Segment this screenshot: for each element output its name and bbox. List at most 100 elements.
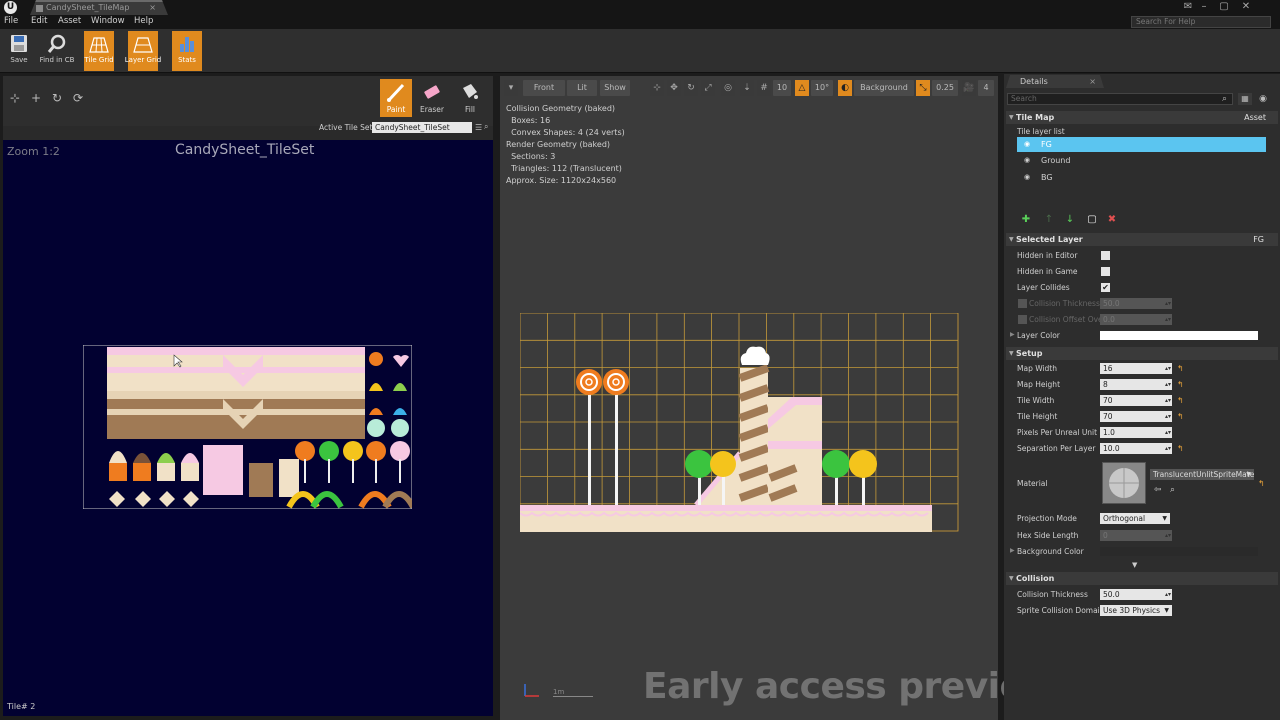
hex-side-length-field[interactable]: 0 ▴▾: [1100, 530, 1172, 541]
camera-speed-value[interactable]: 4: [978, 80, 994, 96]
spinner-icon[interactable]: ▴▾: [1165, 427, 1171, 438]
layer-row-fg[interactable]: ◉ FG: [1017, 137, 1266, 152]
pixels-per-unit-field[interactable]: 1.0 ▴▾: [1100, 427, 1172, 438]
menu-window[interactable]: Window: [91, 16, 125, 26]
scale-snap-value[interactable]: 0.25: [932, 80, 958, 96]
duplicate-layer-icon[interactable]: ▢: [1087, 215, 1097, 225]
spinner-icon[interactable]: ▴▾: [1165, 589, 1171, 600]
close-tab-icon[interactable]: ×: [149, 3, 156, 12]
collision-section-header[interactable]: ▼ Collision: [1006, 572, 1278, 585]
spinner-icon[interactable]: ▴▾: [1165, 395, 1171, 406]
move-layer-down-icon[interactable]: ↓: [1065, 215, 1075, 225]
show-flags-button[interactable]: Show: [600, 80, 630, 96]
hidden-in-game-checkbox[interactable]: [1101, 267, 1110, 276]
tile-height-field[interactable]: 70 ▴▾: [1100, 411, 1172, 422]
browse-icon[interactable]: ⌕: [484, 122, 492, 131]
spinner-icon[interactable]: ▴▾: [1165, 314, 1171, 325]
refresh-icon[interactable]: ⟳: [72, 92, 84, 104]
menu-help[interactable]: Help: [134, 16, 153, 26]
help-search-input[interactable]: Search For Help: [1131, 16, 1271, 28]
tile-map-canvas[interactable]: [520, 313, 959, 533]
spinner-icon[interactable]: ▴▾: [1165, 363, 1171, 374]
spinner-icon[interactable]: ▴▾: [1165, 411, 1171, 422]
selected-layer-section-header[interactable]: ▼ Selected Layer FG: [1006, 233, 1278, 246]
menu-file[interactable]: File: [4, 16, 18, 26]
collision-thickness-override-field[interactable]: 50.0 ▴▾: [1100, 298, 1172, 309]
layer-row-ground[interactable]: ◉ Ground: [1017, 153, 1266, 168]
surface-snap-icon[interactable]: ⇣: [740, 80, 754, 96]
lit-mode-button[interactable]: Lit: [567, 80, 597, 96]
material-thumbnail[interactable]: [1102, 462, 1146, 504]
material-picker[interactable]: TranslucentUnlitSpriteMate ▼: [1150, 469, 1254, 480]
snap-layer-value[interactable]: Background: [854, 80, 914, 96]
select-mode-icon[interactable]: ⊹: [650, 80, 664, 96]
stats-toggle[interactable]: Stats: [172, 31, 202, 71]
rotate-mode-icon[interactable]: ↻: [684, 80, 698, 96]
minimize-icon[interactable]: –: [1196, 0, 1212, 14]
tile-sheet-image[interactable]: [83, 345, 412, 509]
layer-grid-toggle[interactable]: Layer Grid: [125, 31, 161, 71]
camera-speed-icon[interactable]: 🎥: [962, 80, 976, 96]
reset-to-default-icon[interactable]: ↰: [1258, 480, 1265, 488]
layer-snap-icon[interactable]: ◐: [838, 80, 852, 96]
override-collision-thickness-checkbox[interactable]: [1018, 299, 1027, 308]
grid-snap-icon[interactable]: #: [757, 80, 771, 96]
grid-snap-value[interactable]: 10: [773, 80, 791, 96]
spinner-icon[interactable]: ▴▾: [1165, 379, 1171, 390]
reset-to-default-icon[interactable]: ↰: [1177, 413, 1184, 421]
hidden-in-editor-checkbox[interactable]: [1101, 251, 1110, 260]
layer-row-bg[interactable]: ◉ BG: [1017, 170, 1266, 185]
viewport-options-button[interactable]: ▾: [504, 80, 518, 96]
rotation-snap-icon[interactable]: △: [795, 80, 809, 96]
collision-thickness-field[interactable]: 50.0 ▴▾: [1100, 589, 1172, 600]
eraser-tool-button[interactable]: Eraser: [416, 79, 448, 117]
sprite-collision-domain-dropdown[interactable]: Use 3D Physics ▼: [1100, 605, 1172, 616]
use-selected-asset-icon[interactable]: ⇦: [1154, 485, 1162, 495]
layer-collides-checkbox[interactable]: ✔: [1101, 283, 1110, 292]
separation-per-layer-field[interactable]: 10.0 ▴▾: [1100, 443, 1172, 454]
layer-visibility-icon[interactable]: ◉: [1024, 153, 1030, 168]
unreal-logo-icon[interactable]: U: [4, 1, 17, 14]
active-tileset-picker[interactable]: CandySheet_TileSet: [372, 122, 472, 133]
list-icon[interactable]: ☰: [475, 123, 482, 132]
move-layer-up-icon[interactable]: ↑: [1044, 215, 1054, 225]
add-layer-icon[interactable]: ✚: [1021, 215, 1031, 225]
layer-color-swatch[interactable]: [1100, 331, 1258, 340]
spinner-icon[interactable]: ▴▾: [1165, 298, 1171, 309]
reset-to-default-icon[interactable]: ↰: [1177, 381, 1184, 389]
expand-icon[interactable]: ▶: [1010, 331, 1015, 338]
projection-mode-dropdown[interactable]: Orthogonal ▼: [1100, 513, 1170, 524]
move-icon[interactable]: +: [30, 92, 42, 104]
find-in-content-browser-button[interactable]: Find in CB: [40, 31, 74, 71]
scale-mode-icon[interactable]: ⤢: [701, 80, 715, 96]
close-window-icon[interactable]: ✕: [1238, 0, 1254, 14]
map-height-field[interactable]: 8 ▴▾: [1100, 379, 1172, 390]
expand-icon[interactable]: ▶: [1010, 547, 1015, 554]
translate-mode-icon[interactable]: ✥: [667, 80, 681, 96]
details-tab[interactable]: Details ×: [1006, 75, 1104, 88]
tile-map-section-header[interactable]: ▼ Tile Map Asset: [1006, 111, 1278, 124]
notifications-icon[interactable]: ✉: [1180, 0, 1196, 14]
layer-visibility-icon[interactable]: ◉: [1024, 137, 1030, 152]
map-width-field[interactable]: 16 ▴▾: [1100, 363, 1172, 374]
browse-asset-icon[interactable]: ⌕: [1170, 485, 1175, 495]
tile-grid-toggle[interactable]: Tile Grid: [84, 31, 114, 71]
scale-snap-icon[interactable]: ⤡: [916, 80, 930, 96]
spinner-icon[interactable]: ▴▾: [1165, 443, 1171, 454]
fill-tool-button[interactable]: Fill: [454, 79, 486, 117]
view-options-icon[interactable]: ◉: [1256, 93, 1270, 105]
setup-section-header[interactable]: ▼ Setup: [1006, 347, 1278, 360]
tile-width-field[interactable]: 70 ▴▾: [1100, 395, 1172, 406]
close-details-icon[interactable]: ×: [1089, 75, 1096, 88]
advanced-expand-icon[interactable]: ▼: [1132, 561, 1137, 569]
view-mode-front-button[interactable]: Front: [523, 80, 565, 96]
rotate-icon[interactable]: ↻: [51, 92, 63, 104]
rotation-snap-value[interactable]: 10°: [811, 80, 833, 96]
collision-offset-override-field[interactable]: 0.0 ▴▾: [1100, 314, 1172, 325]
maximize-icon[interactable]: ▢: [1216, 0, 1232, 14]
reset-to-default-icon[interactable]: ↰: [1177, 397, 1184, 405]
world-local-icon[interactable]: ◎: [721, 80, 735, 96]
select-icon[interactable]: ⊹: [9, 92, 21, 104]
save-button[interactable]: Save: [4, 31, 34, 71]
property-matrix-icon[interactable]: ▦: [1238, 93, 1252, 105]
